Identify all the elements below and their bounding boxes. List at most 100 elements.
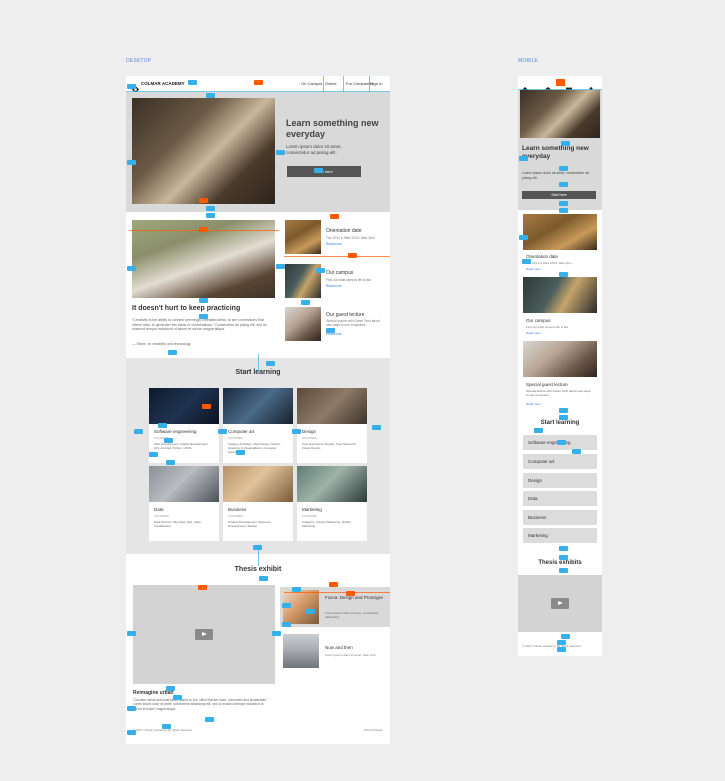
measure-guide <box>284 592 390 593</box>
course-card-design[interactable]: Design COURSES User Experience Design, U… <box>297 388 367 463</box>
computer-art-title: Computer art <box>228 429 255 434</box>
thesis-item-now-and-then[interactable]: Now and then Lorem ipsum dolor sit amet,… <box>280 631 390 671</box>
spacing-tag <box>206 213 215 218</box>
spacing-tag <box>218 429 227 434</box>
spacing-tag <box>559 208 568 213</box>
mobile-category-computer-art[interactable]: Computer art <box>523 454 597 469</box>
campus-meta: Find out what campus life is like <box>326 278 371 282</box>
spacing-tag <box>557 640 566 645</box>
measure-tag <box>199 198 208 203</box>
nav-sign-in[interactable]: Sign In <box>370 81 382 86</box>
side-item-orientation[interactable]: Orientation date Tue 10/11 & Wed 10/12: … <box>282 217 390 257</box>
spacing-tag <box>166 686 175 691</box>
spacing-tag <box>561 634 570 639</box>
spacing-guide <box>343 76 344 92</box>
mobile-start-button[interactable]: Start here <box>522 191 596 199</box>
side-item-lecture[interactable]: Our guest lecture Special lecture with G… <box>282 304 390 344</box>
mobile-category-data[interactable]: Data <box>523 491 597 506</box>
business-title: Business <box>228 507 247 512</box>
spacing-tag <box>253 545 262 550</box>
fixma-meta: Lorem ipsum dolor sit amet, consectetur … <box>325 611 379 620</box>
spacing-guide <box>258 548 259 566</box>
mobile-footer: © 2017 Colmar Academy. All rights reserv… <box>522 644 582 648</box>
orientation-image <box>285 220 321 254</box>
mobile-category-business[interactable]: Business <box>523 510 597 525</box>
mobile-campus-link[interactable]: Read more <box>526 331 541 335</box>
computer-art-count: COURSES <box>228 436 243 440</box>
spacing-tag <box>282 603 291 608</box>
spacing-tag <box>316 268 325 273</box>
marketing-count: COURSES <box>302 514 317 518</box>
thesis-title: Thesis exhibit <box>234 566 282 573</box>
mobile-hero-title: Learn something new everyday <box>522 145 589 160</box>
hero-start-button[interactable]: Start here <box>287 166 361 177</box>
lecture-meta: Special lecture with Green Tech about ne… <box>326 319 380 328</box>
course-card-computer-art[interactable]: Computer art COURSES Imaging & Design, W… <box>223 388 293 463</box>
mobile-category-design[interactable]: Design <box>523 473 597 488</box>
mobile-logo-icon[interactable] <box>522 80 528 93</box>
spacing-tag <box>314 168 323 173</box>
marketing-title: Marketing <box>302 507 322 512</box>
orientation-meta: Tue 10/11 & Wed 10/12: 8am-3pm <box>326 236 375 240</box>
spacing-tag <box>519 156 528 161</box>
software-title: Software engineering <box>154 429 197 434</box>
course-card-marketing[interactable]: Marketing COURSES Analytics, Content Mar… <box>297 466 367 541</box>
footer-links[interactable]: Terms Privacy <box>364 728 383 732</box>
mobile-frame-label: MOBILE <box>518 58 539 64</box>
mobile-thesis-video[interactable] <box>518 575 602 632</box>
spacing-tag <box>559 182 568 187</box>
design-title: Design <box>302 429 317 434</box>
side-item-campus[interactable]: Our campus Find out what campus life is … <box>282 261 390 301</box>
mobile-orientation-link[interactable]: Read more <box>526 267 541 271</box>
video-description: "Combine ideas and build better places t… <box>133 698 268 711</box>
spacing-guide <box>518 89 602 90</box>
spacing-tag <box>206 93 215 98</box>
user-icon[interactable] <box>588 80 594 93</box>
thesis-item-fixma[interactable]: Fixma: Design and Prototype Lorem ipsum … <box>280 587 390 627</box>
orientation-link[interactable]: Read more <box>326 242 342 246</box>
data-count: COURSES <box>154 514 169 518</box>
spacing-tag <box>572 449 581 454</box>
feature-author: — Steve, on creativity and technology <box>132 342 191 346</box>
thesis-video[interactable] <box>133 585 275 684</box>
spacing-tag <box>326 328 335 333</box>
hero-image <box>132 98 275 204</box>
design-count: COURSES <box>302 436 317 440</box>
spacing-tag <box>173 695 182 700</box>
spacing-tag <box>372 425 381 430</box>
campus-link[interactable]: Read more <box>326 284 342 288</box>
spacing-guide <box>323 76 324 92</box>
now-and-then-title: Now and then <box>325 645 353 650</box>
mobile-lecture-link[interactable]: Read more <box>526 402 541 406</box>
campus-nav-icon[interactable] <box>545 80 551 93</box>
spacing-tag <box>127 706 136 711</box>
mobile-campus-image <box>523 277 597 313</box>
spacing-tag <box>166 460 175 465</box>
mobile-play-icon[interactable] <box>551 598 569 609</box>
mobile-campus-title: Our campus <box>526 318 551 323</box>
mobile-category-marketing[interactable]: Marketing <box>523 528 597 543</box>
course-card-business[interactable]: Business COURSES Product Development, Bu… <box>223 466 293 541</box>
lecture-image <box>285 307 321 341</box>
spacing-tag <box>522 259 531 264</box>
spacing-tag <box>559 415 568 420</box>
logo-text[interactable]: COLMAR ACADEMY <box>141 81 185 86</box>
spacing-tag <box>557 440 566 445</box>
menu-icon-highlight[interactable] <box>556 79 565 86</box>
nav-online[interactable]: Online <box>325 81 337 86</box>
marketing-image <box>297 466 367 502</box>
mobile-artboard: Learn something new everyday Lorem ipsum… <box>518 76 602 656</box>
mobile-hero-image <box>520 90 600 138</box>
play-icon[interactable] <box>195 629 213 640</box>
monitor-icon[interactable] <box>566 80 572 93</box>
spacing-tag <box>162 724 171 729</box>
measure-tag <box>348 253 357 258</box>
spacing-tag <box>127 84 136 89</box>
nav-on-campus[interactable]: On Campus <box>301 81 322 86</box>
spacing-tag <box>164 438 173 443</box>
mobile-lecture-meta: Special lecture with Green Tech about ne… <box>526 389 591 398</box>
fixma-title: Fixma: Design and Prototype <box>325 595 384 600</box>
spacing-tag <box>127 631 136 636</box>
course-card-data[interactable]: Data COURSES Data Science, Big Data, SQL… <box>149 466 219 541</box>
spacing-tag <box>134 429 143 434</box>
